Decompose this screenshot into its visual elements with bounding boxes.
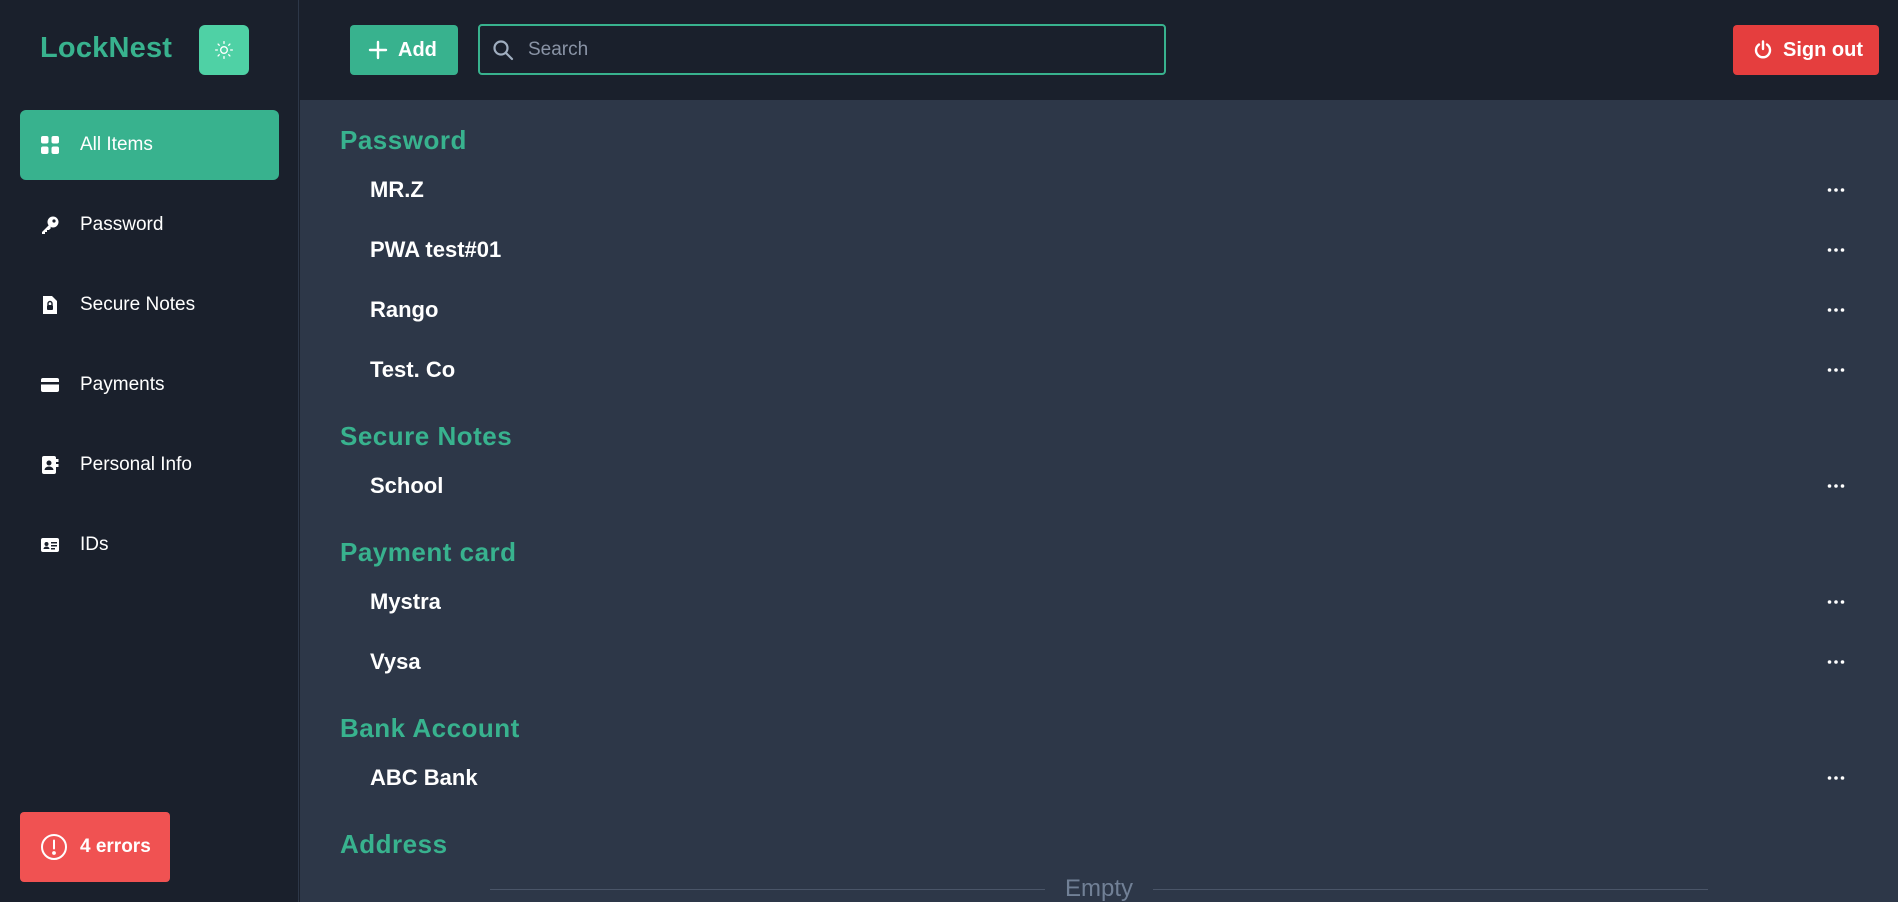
item-label: Vysa	[370, 649, 421, 674]
sidebar-item-password[interactable]: Password	[20, 190, 279, 260]
brand-row: LockNest	[0, 0, 299, 100]
sidebar-item-all-items[interactable]: All Items	[20, 110, 279, 180]
more-options-icon[interactable]	[1824, 476, 1848, 496]
sidebar-item-personal-info[interactable]: Personal Info	[20, 430, 279, 500]
contact-book-icon	[40, 455, 60, 475]
list-item[interactable]: Test. Co	[300, 340, 1898, 400]
section-payment-card: Payment card Mystra Vysa	[300, 516, 1898, 692]
list-item[interactable]: Mystra	[300, 572, 1898, 632]
sign-out-label: Sign out	[1783, 38, 1863, 61]
item-label: PWA test#01	[370, 237, 502, 262]
section-title: Address	[340, 829, 448, 859]
sidebar-item-ids[interactable]: IDs	[20, 510, 279, 580]
section-address: Address Empty	[300, 808, 1898, 902]
id-card-icon	[40, 535, 60, 555]
theme-toggle-button[interactable]	[199, 25, 249, 75]
add-button[interactable]: Add	[350, 25, 458, 75]
app-logo-text[interactable]: LockNest	[40, 32, 172, 65]
search-input[interactable]	[528, 26, 1148, 73]
list-item[interactable]: PWA test#01	[300, 220, 1898, 280]
more-options-icon[interactable]	[1824, 652, 1848, 672]
section-title: Payment card	[340, 537, 517, 567]
plus-icon	[368, 40, 388, 60]
credit-card-icon	[40, 375, 60, 395]
more-options-icon[interactable]	[1824, 768, 1848, 788]
item-label: Mystra	[370, 589, 441, 614]
more-options-icon[interactable]	[1824, 300, 1848, 320]
grid-icon	[40, 135, 60, 155]
sign-out-button[interactable]: Sign out	[1733, 25, 1879, 75]
sidebar-item-label: Secure Notes	[80, 294, 196, 315]
list-item[interactable]: MR.Z	[300, 160, 1898, 220]
section-title: Secure Notes	[340, 421, 513, 451]
note-lock-icon	[40, 295, 60, 315]
sidebar-item-label: Password	[80, 214, 164, 235]
list-item[interactable]: Vysa	[300, 632, 1898, 692]
alert-circle-icon	[41, 834, 67, 860]
more-options-icon[interactable]	[1824, 360, 1848, 380]
item-label: Test. Co	[370, 357, 456, 382]
item-label: Rango	[370, 297, 439, 322]
add-button-label: Add	[398, 38, 437, 61]
section-password: Password MR.Z PWA test#01 Rango Test. Co	[300, 104, 1898, 400]
errors-badge-label: 4 errors	[80, 836, 151, 857]
sidebar-item-secure-notes[interactable]: Secure Notes	[20, 270, 279, 340]
empty-state: Empty	[490, 864, 1709, 902]
divider	[490, 888, 1045, 890]
list-item[interactable]: School	[300, 456, 1898, 516]
sidebar-item-label: IDs	[80, 534, 109, 555]
sidebar: LockNest All Items Password Secure Notes…	[0, 0, 299, 902]
sidebar-nav: All Items Password Secure Notes Payments…	[20, 110, 279, 590]
more-options-icon[interactable]	[1824, 592, 1848, 612]
sidebar-item-label: All Items	[80, 134, 153, 155]
top-bar: Add Sign out	[300, 0, 1898, 100]
section-bank-account: Bank Account ABC Bank	[300, 692, 1898, 808]
list-item[interactable]: ABC Bank	[300, 748, 1898, 808]
search-icon	[493, 40, 514, 61]
empty-label: Empty	[1065, 875, 1134, 902]
key-icon	[40, 215, 60, 235]
sun-icon	[215, 41, 233, 59]
sidebar-item-label: Payments	[80, 374, 165, 395]
items-list: Password MR.Z PWA test#01 Rango Test. Co…	[300, 100, 1898, 902]
power-icon	[1754, 40, 1772, 59]
sidebar-item-payments[interactable]: Payments	[20, 350, 279, 420]
item-label: MR.Z	[370, 177, 424, 202]
errors-badge[interactable]: 4 errors	[20, 812, 170, 882]
section-secure-notes: Secure Notes School	[300, 400, 1898, 516]
section-title: Password	[340, 125, 467, 155]
section-title: Bank Account	[340, 713, 520, 743]
list-item[interactable]: Rango	[300, 280, 1898, 340]
more-options-icon[interactable]	[1824, 180, 1848, 200]
item-label: ABC Bank	[370, 765, 478, 790]
more-options-icon[interactable]	[1824, 240, 1848, 260]
search-box[interactable]	[478, 24, 1166, 75]
sidebar-item-label: Personal Info	[80, 454, 192, 475]
divider	[1153, 888, 1709, 890]
item-label: School	[370, 473, 444, 498]
